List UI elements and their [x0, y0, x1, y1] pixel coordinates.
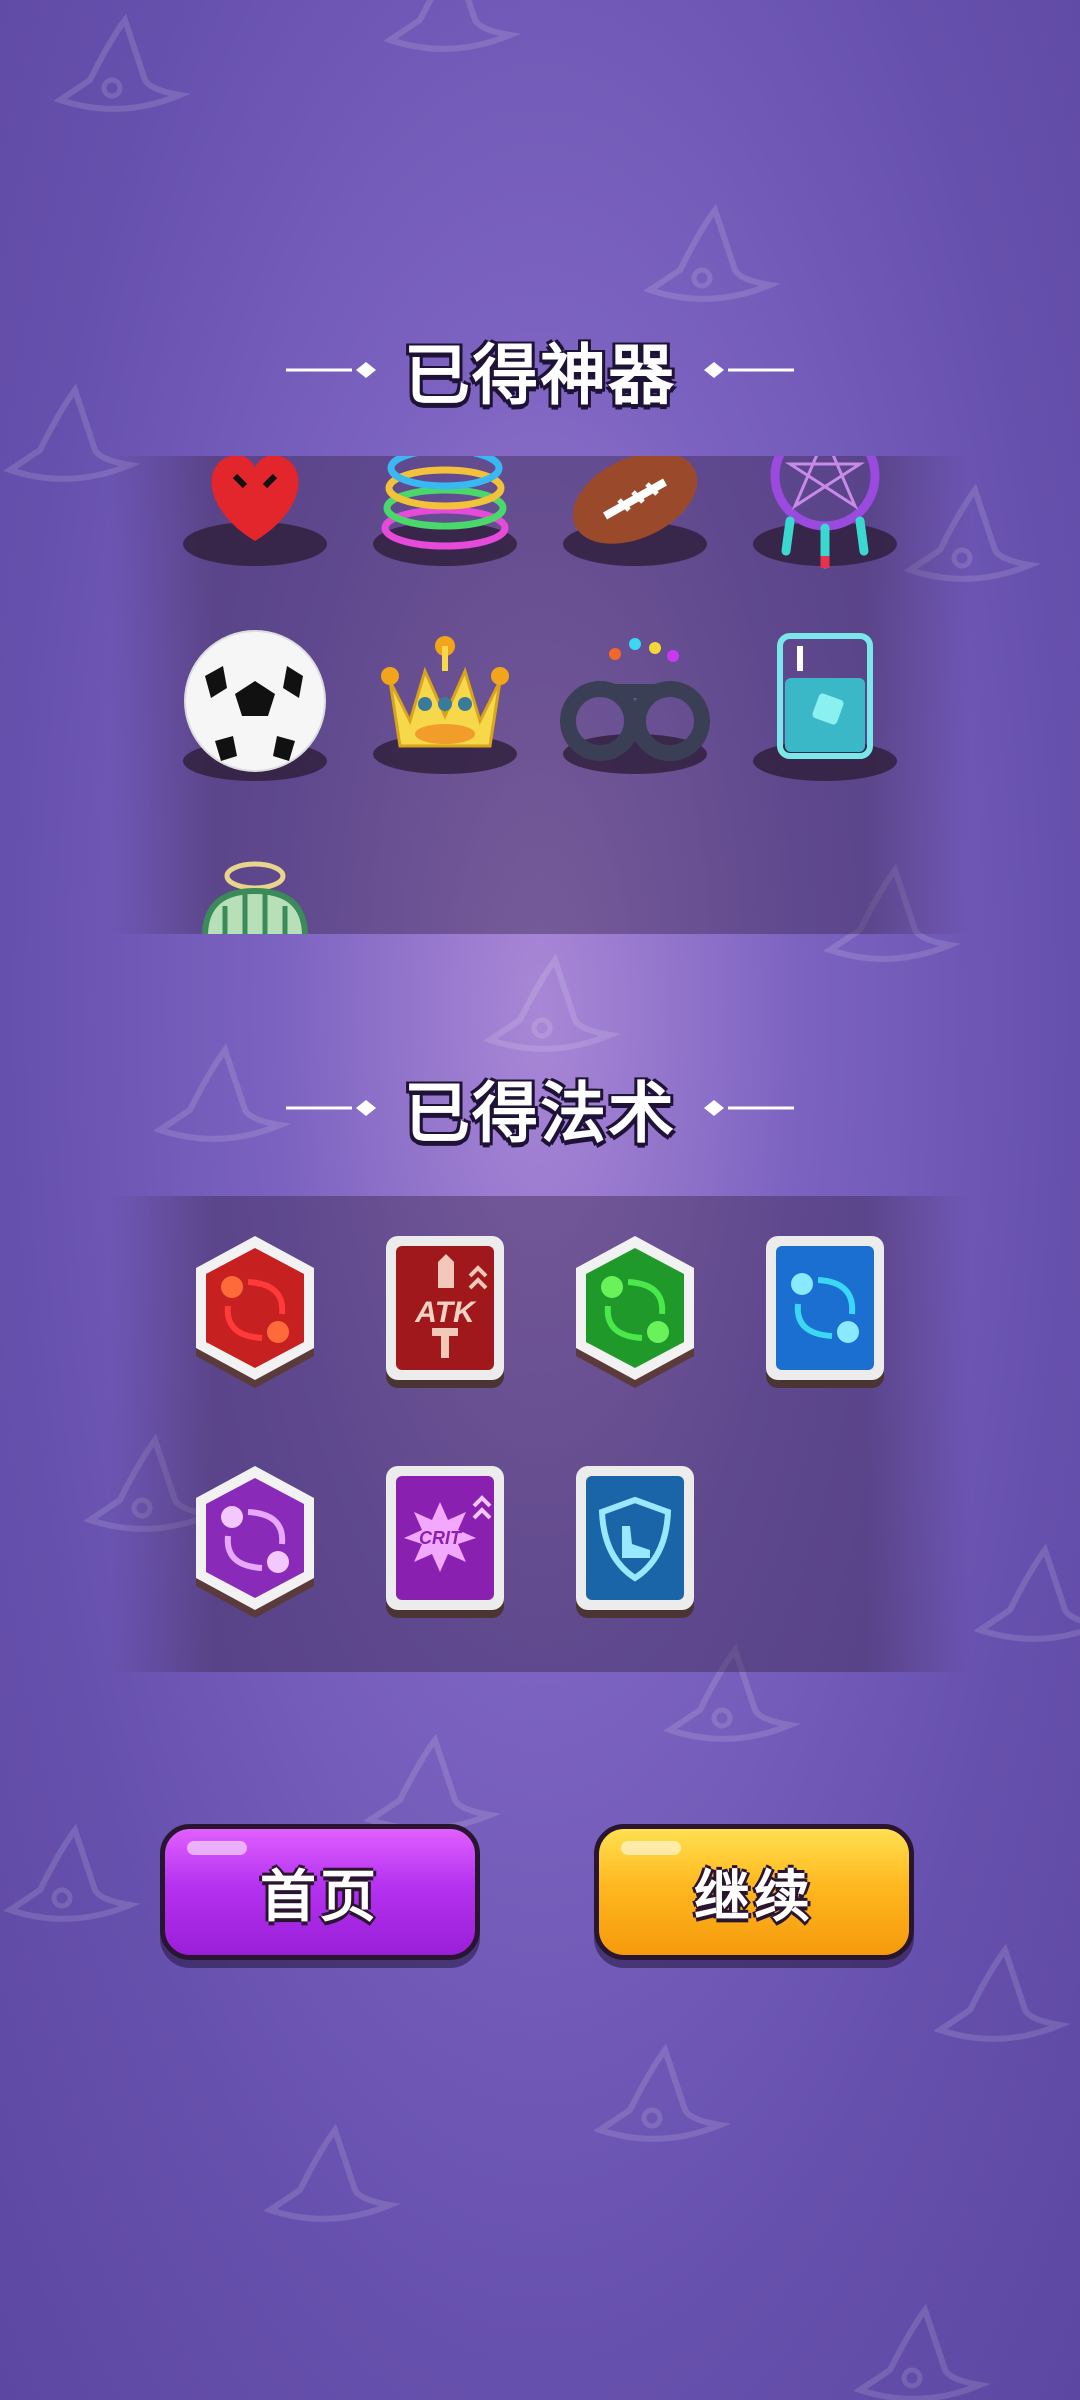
artifact-item[interactable]	[175, 626, 335, 786]
soccer-ball-icon	[183, 630, 327, 781]
artifacts-title-bar: 已得神器	[0, 300, 1080, 440]
birdcage-icon	[202, 861, 308, 934]
title-left-ornament	[286, 362, 376, 378]
spell-item[interactable]: ATK	[380, 1232, 510, 1392]
witch-hat-icon	[933, 1943, 1070, 2042]
artifact-item[interactable]	[175, 846, 335, 934]
spells-title-bar: 已得法术	[0, 1038, 1080, 1178]
crit-up-spell-icon: CRIT	[386, 1466, 504, 1618]
witch-hat-icon	[643, 203, 780, 302]
home-button-label: 首页	[260, 1864, 380, 1930]
witch-hat-icon	[3, 1823, 140, 1922]
spell-item[interactable]	[190, 1232, 320, 1392]
witch-hat-icon	[593, 2043, 730, 2142]
spells-panel: ATK CRIT	[110, 1196, 970, 1672]
artifact-item[interactable]	[745, 456, 905, 576]
title-left-ornament	[286, 1100, 376, 1116]
title-right-ornament	[704, 362, 794, 378]
artifact-item[interactable]	[365, 456, 525, 576]
atk-label: ATK	[414, 1296, 477, 1329]
title-right-ornament	[704, 1100, 794, 1116]
blue-orbit-spell-icon	[766, 1236, 884, 1388]
home-button[interactable]: 首页	[160, 1824, 480, 1960]
witch-hat-icon	[53, 13, 190, 112]
witch-hat-icon	[973, 1543, 1080, 1642]
witch-hat-icon	[383, 0, 520, 52]
crown-icon	[373, 636, 517, 774]
artifact-item[interactable]	[555, 456, 715, 576]
dreamcatcher-icon	[753, 456, 897, 569]
atk-up-spell-icon: ATK	[386, 1236, 504, 1388]
witch-hat-icon	[263, 2123, 400, 2222]
purple-orbit-spell-icon	[196, 1466, 314, 1618]
red-orbit-spell-icon	[196, 1236, 314, 1388]
football-icon	[563, 456, 707, 566]
witch-hat-icon	[853, 2303, 990, 2400]
continue-button-label: 继续	[694, 1864, 814, 1930]
crit-label: CRIT	[419, 1528, 463, 1548]
ice-water-glass-icon	[753, 633, 897, 781]
spell-item[interactable]	[570, 1232, 700, 1392]
red-heart-icon	[183, 456, 327, 566]
rainbow-spring-icon	[373, 456, 517, 566]
artifacts-section-title: 已得神器	[404, 337, 676, 414]
artifact-item[interactable]	[175, 456, 335, 576]
artifact-item[interactable]	[555, 626, 715, 786]
spell-item[interactable]	[760, 1232, 890, 1392]
spells-section-title: 已得法术	[404, 1075, 676, 1152]
artifact-item[interactable]	[365, 626, 525, 786]
green-orbit-spell-icon	[576, 1236, 694, 1388]
artifacts-scroll-panel[interactable]	[110, 456, 970, 934]
speed-shield-spell-icon	[576, 1466, 694, 1618]
spell-item[interactable]: CRIT	[380, 1462, 510, 1622]
spell-item[interactable]	[190, 1462, 320, 1622]
spell-item[interactable]	[570, 1462, 700, 1622]
artifact-item[interactable]	[745, 626, 905, 786]
continue-button[interactable]: 继续	[594, 1824, 914, 1960]
handcuffs-icon	[560, 638, 710, 774]
